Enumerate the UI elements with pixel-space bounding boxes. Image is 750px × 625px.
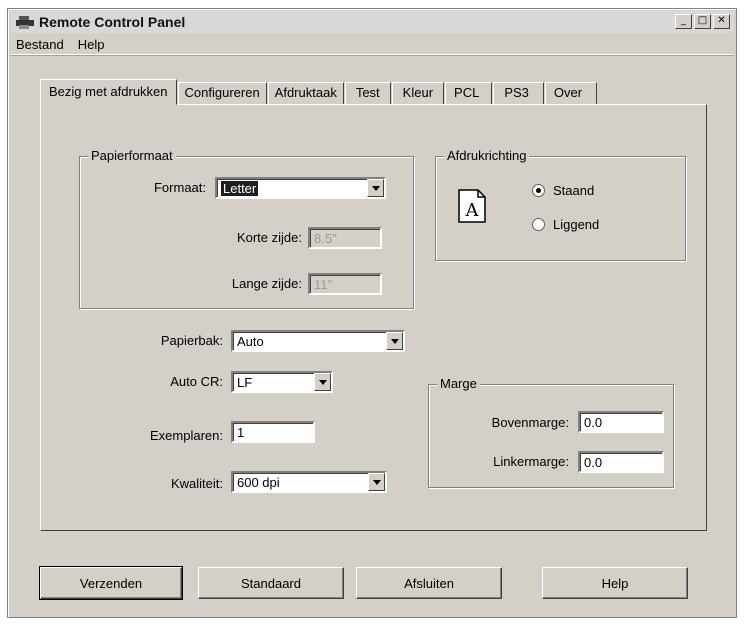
standaard-button[interactable]: Standaard [198, 567, 344, 599]
tab-panel-bezig-met-afdrukken: Papierformaat Formaat: Letter Korte zijd… [40, 104, 707, 531]
papierbak-select[interactable]: Auto [231, 330, 405, 352]
papierbak-value: Auto [237, 334, 264, 349]
radio-staand-circle[interactable] [532, 184, 545, 197]
window-controls: _ □ ✕ [675, 14, 730, 29]
maximize-button[interactable]: □ [694, 14, 711, 29]
tab-strip: Bezig met afdrukken Configureren Afdrukt… [40, 79, 598, 105]
menu-bar: Bestand Help [10, 35, 734, 55]
linkermarge-label: Linkermarge: [493, 454, 569, 469]
verzenden-button[interactable]: Verzenden [39, 566, 183, 600]
marge-group: Marge Bovenmarge: 0.0 Linkermarge: 0.0 [428, 376, 674, 488]
help-button[interactable]: Help [542, 567, 688, 599]
tab-configureren[interactable]: Configureren [177, 82, 267, 104]
afdrukrichting-group: Afdrukrichting A Staand Liggend [435, 148, 686, 261]
close-button[interactable]: ✕ [713, 14, 730, 29]
kwaliteit-value: 600 dpi [237, 475, 280, 490]
exemplaren-input[interactable]: 1 [231, 421, 315, 443]
papierbak-label: Papierbak: [160, 333, 223, 348]
radio-liggend-circle[interactable] [532, 218, 545, 231]
radio-liggend-label: Liggend [553, 217, 600, 232]
marge-legend: Marge [437, 376, 480, 391]
exemplaren-label: Exemplaren: [150, 428, 223, 443]
linkermarge-input[interactable]: 0.0 [578, 451, 664, 473]
window-title: Remote Control Panel [39, 14, 186, 30]
radio-staand-label: Staand [553, 183, 595, 198]
chevron-down-icon[interactable] [386, 332, 403, 350]
auto-cr-select[interactable]: LF [231, 371, 333, 393]
chevron-down-icon[interactable] [368, 473, 385, 491]
bovenmarge-label: Bovenmarge: [491, 415, 569, 430]
lange-zijde-field: 11" [308, 273, 382, 295]
menu-bestand[interactable]: Bestand [16, 37, 64, 52]
papierformaat-group: Papierformaat Formaat: Letter Korte zijd… [79, 148, 414, 309]
tab-kleur[interactable]: Kleur [391, 82, 445, 104]
auto-cr-label: Auto CR: [170, 374, 223, 389]
printer-icon [16, 15, 34, 29]
bovenmarge-input[interactable]: 0.0 [578, 411, 664, 433]
kwaliteit-label: Kwaliteit: [170, 476, 223, 491]
title-bar[interactable]: Remote Control Panel _ □ ✕ [10, 11, 734, 33]
menu-separator [10, 55, 734, 56]
auto-cr-value: LF [237, 375, 253, 390]
chevron-down-icon[interactable] [367, 179, 384, 197]
radio-staand[interactable]: Staand [532, 183, 594, 198]
radio-liggend[interactable]: Liggend [532, 217, 599, 232]
tab-over[interactable]: Over [544, 82, 598, 104]
tab-afdruktaak[interactable]: Afdruktaak [267, 82, 344, 104]
kwaliteit-select[interactable]: 600 dpi [231, 471, 387, 493]
lange-zijde-label: Lange zijde: [231, 276, 302, 291]
formaat-select[interactable]: Letter [215, 177, 386, 199]
portrait-letter: A [465, 200, 480, 221]
portrait-page-icon: A [458, 189, 486, 226]
formaat-label: Formaat: [153, 180, 206, 195]
minimize-button[interactable]: _ [675, 14, 692, 29]
papierformaat-legend: Papierformaat [88, 148, 176, 163]
tab-ps3[interactable]: PS3 [493, 82, 544, 104]
formaat-value: Letter [221, 181, 259, 196]
tab-test[interactable]: Test [344, 82, 391, 104]
afdrukrichting-legend: Afdrukrichting [444, 148, 530, 163]
korte-zijde-label: Korte zijde: [236, 230, 302, 245]
tab-pcl[interactable]: PCL [445, 82, 493, 104]
afsluiten-button[interactable]: Afsluiten [356, 567, 502, 599]
chevron-down-icon[interactable] [314, 373, 331, 391]
menu-help[interactable]: Help [78, 37, 105, 52]
korte-zijde-field: 8.5" [308, 227, 382, 249]
tab-bezig-met-afdrukken[interactable]: Bezig met afdrukken [40, 79, 177, 105]
